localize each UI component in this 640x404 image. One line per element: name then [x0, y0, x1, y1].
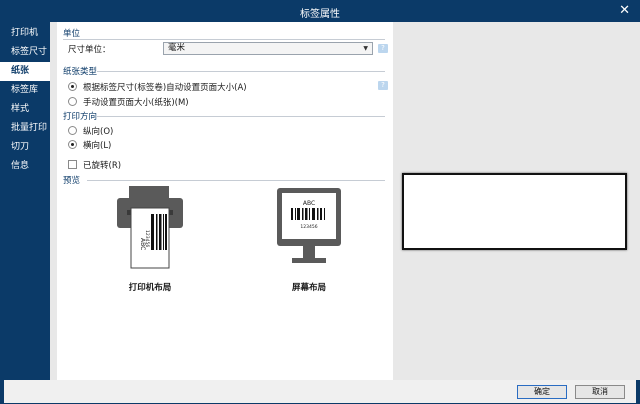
label-preview [402, 173, 627, 250]
title-bar: 标签属性 ✕ [0, 0, 640, 22]
orientation-portrait-radio[interactable] [68, 126, 77, 135]
preview-section-header: 预览 [63, 176, 81, 186]
sidebar-item-info[interactable]: 信息 [0, 157, 50, 176]
screen-barcode-number: 123456 [300, 224, 317, 230]
screen-layout-label: 屏幕布局 [291, 283, 326, 293]
paper-type-manual-radio[interactable] [68, 97, 77, 106]
sidebar-item-paper[interactable]: 纸张 [0, 62, 50, 81]
orientation-divider [97, 116, 385, 117]
window-title: 标签属性 [300, 9, 340, 20]
units-label-text: 尺寸单位： [68, 44, 111, 55]
sidebar-item-batch-print[interactable]: 批量打印 [0, 119, 50, 138]
orientation-section-header: 打印方向 [63, 112, 98, 122]
units-select-value: 毫米 [168, 43, 186, 53]
chevron-down-icon: ▼ [363, 45, 368, 52]
rotated-label: 已旋转(R) [83, 160, 122, 171]
units-label: 尺寸单位： [68, 42, 111, 55]
sidebar-item-label-library[interactable]: 标签库 [0, 81, 50, 100]
sidebar: 打印机 标签尺寸 纸张 标签库 样式 批量打印 切刀 信息 [0, 22, 50, 380]
rotated-checkbox[interactable] [68, 160, 77, 169]
help-icon[interactable]: ? [378, 44, 388, 53]
paper-type-auto-label: 根据标签尺寸(标签卷)自动设置页面大小(A) [83, 82, 247, 93]
paper-type-auto-radio[interactable] [68, 82, 77, 91]
units-divider [63, 39, 385, 40]
paper-type-section-header: 纸张类型 [63, 67, 98, 77]
paper-type-auto-option[interactable]: 根据标签尺寸(标签卷)自动设置页面大小(A) [68, 80, 247, 93]
close-icon[interactable]: ✕ [619, 3, 630, 18]
orientation-landscape-label: 横向(L) [83, 140, 112, 151]
help-icon[interactable]: ? [378, 81, 388, 90]
separator-gap [50, 22, 57, 380]
orientation-portrait-option[interactable]: 纵向(O) [68, 124, 113, 137]
units-section-header: 单位 [63, 29, 81, 39]
units-select[interactable]: 毫米 ▼ [163, 42, 373, 55]
preview-divider [87, 180, 385, 181]
settings-panel: 单位 尺寸单位： 毫米 ▼ 纸张类型 根据标签尺寸(标签卷)自动设置页面大小(A… [57, 22, 393, 380]
rotated-option[interactable]: 已旋转(R) [68, 158, 121, 171]
sidebar-item-style[interactable]: 样式 [0, 100, 50, 119]
printer-barcode-number: 123456 [144, 230, 150, 247]
paper-type-manual-option[interactable]: 手动设置页面大小(纸张)(M) [68, 95, 189, 108]
screen-layout-icon[interactable]: ABC 123456 [276, 188, 342, 270]
sidebar-item-label-size[interactable]: 标签尺寸 [0, 43, 50, 62]
orientation-portrait-label: 纵向(O) [83, 126, 114, 137]
orientation-landscape-radio[interactable] [68, 140, 77, 149]
printer-layout-icon[interactable]: ABC 123456 [115, 186, 185, 276]
screen-barcode-letters: ABC [303, 200, 315, 207]
sidebar-item-printer[interactable]: 打印机 [0, 24, 50, 43]
sidebar-item-cutter[interactable]: 切刀 [0, 138, 50, 157]
paper-type-divider [97, 71, 385, 72]
ok-button[interactable]: 确定 [517, 385, 567, 399]
paper-type-manual-label: 手动设置页面大小(纸张)(M) [83, 97, 189, 108]
cancel-button[interactable]: 取消 [575, 385, 625, 399]
orientation-landscape-option[interactable]: 横向(L) [68, 138, 111, 151]
printer-layout-label: 打印机布局 [128, 283, 172, 293]
